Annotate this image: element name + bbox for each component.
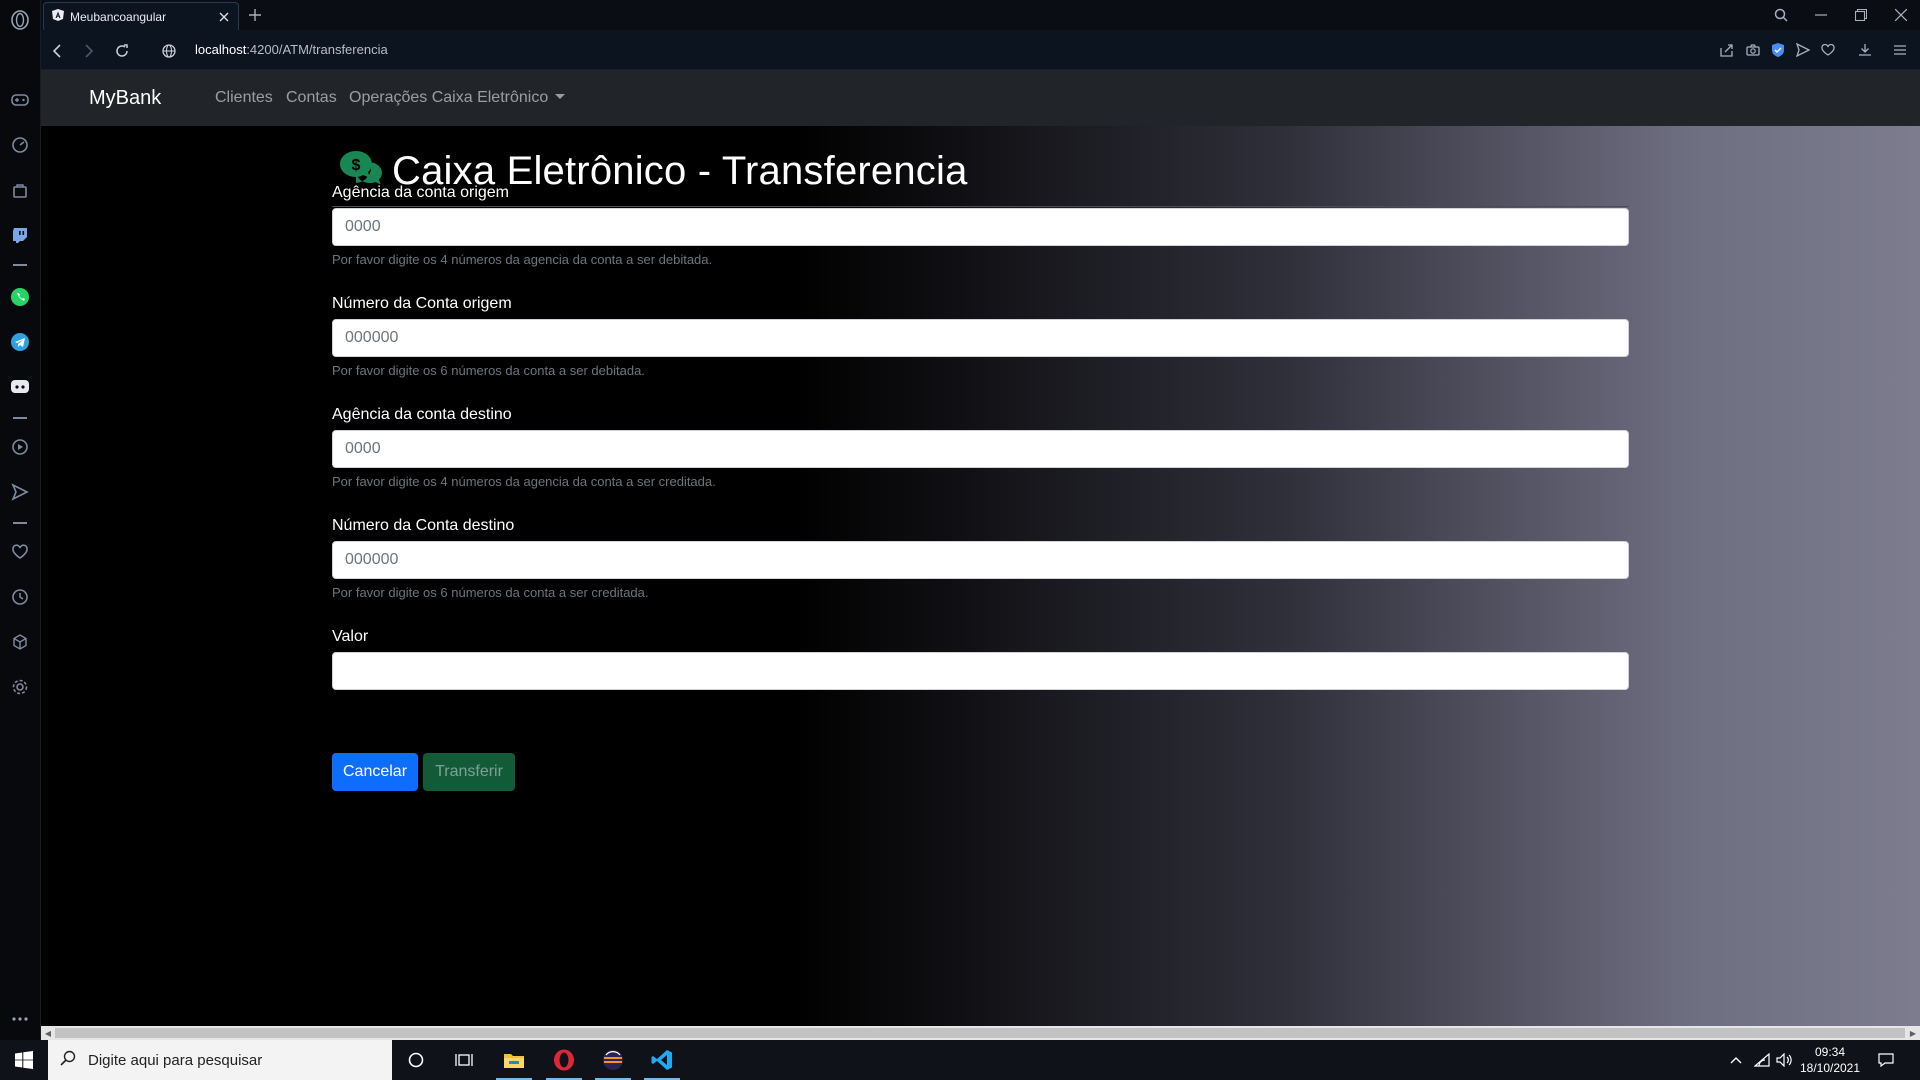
minimize-icon[interactable] xyxy=(1808,3,1834,27)
tab-close-icon[interactable] xyxy=(213,6,235,28)
clock-time: 09:34 xyxy=(1814,1045,1846,1059)
flow-send-icon[interactable] xyxy=(1793,40,1813,60)
vscode-taskbar-icon[interactable] xyxy=(638,1040,686,1080)
clock-date: 18/10/2021 xyxy=(1799,1061,1861,1075)
label-valor: Valor xyxy=(332,628,369,645)
tab-title: Meubancoangular xyxy=(70,9,167,24)
scrollbar-thumb[interactable] xyxy=(55,1028,1905,1038)
scroll-right-arrow-icon[interactable]: ▶ xyxy=(1906,1026,1920,1040)
conta-destino-input[interactable] xyxy=(332,541,1629,579)
conta-origem-input[interactable] xyxy=(332,319,1629,357)
label-conta-destino: Número da Conta destino xyxy=(332,517,515,534)
easy-setup-menu-icon[interactable] xyxy=(1890,40,1910,60)
browser-tab[interactable]: Meubancoangular xyxy=(43,2,239,30)
opera-taskbar-icon[interactable] xyxy=(540,1040,588,1080)
new-tab-plus-icon[interactable] xyxy=(244,4,266,26)
sidebar-divider xyxy=(13,264,27,266)
forward-icon[interactable] xyxy=(77,39,101,63)
cancel-button[interactable]: Cancelar xyxy=(332,753,418,791)
search-tabs-icon[interactable] xyxy=(1768,3,1794,27)
history-icon[interactable] xyxy=(8,585,32,609)
label-agencia-origem: Agência da conta origem xyxy=(332,184,509,201)
label-conta-origem: Número da Conta origem xyxy=(332,295,512,312)
sidebar-divider xyxy=(13,522,27,524)
file-explorer-icon[interactable] xyxy=(490,1040,538,1080)
close-window-icon[interactable] xyxy=(1888,3,1914,27)
nav-link-clientes[interactable]: Clientes xyxy=(215,89,273,107)
eclipse-taskbar-icon[interactable] xyxy=(589,1040,637,1080)
download-icon[interactable] xyxy=(1855,40,1875,60)
help-agencia-origem: Por favor digite os 4 números da agencia… xyxy=(332,252,713,267)
reload-icon[interactable] xyxy=(110,39,134,63)
angular-favicon-icon xyxy=(52,8,64,26)
bag-icon[interactable] xyxy=(8,178,32,202)
navbar-brand[interactable]: MyBank xyxy=(89,87,161,110)
nav-dropdown-operacoes[interactable]: Operações Caixa Eletrônico xyxy=(349,89,566,107)
speed-dial-icon[interactable] xyxy=(8,133,32,157)
restore-icon[interactable] xyxy=(1848,3,1874,27)
page-viewport: MyBank Clientes Contas Operações Caixa E… xyxy=(41,70,1920,1026)
nav-link-contas[interactable]: Contas xyxy=(286,89,337,107)
browser-sidebar xyxy=(0,0,41,1040)
app-navbar: MyBank Clientes Contas Operações Caixa E… xyxy=(41,70,1920,126)
network-wifi-icon[interactable] xyxy=(1752,1050,1772,1070)
discord-icon[interactable] xyxy=(8,375,32,399)
title-divider xyxy=(332,206,1629,207)
url-host: localhost xyxy=(195,42,247,57)
label-agencia-destino: Agência da conta destino xyxy=(332,406,512,423)
back-icon[interactable] xyxy=(45,39,69,63)
notifications-icon[interactable] xyxy=(1876,1050,1896,1070)
valor-input[interactable] xyxy=(332,652,1629,690)
tray-chevron-up-icon[interactable] xyxy=(1726,1050,1746,1070)
search-icon xyxy=(60,1050,76,1071)
twitch-icon[interactable] xyxy=(8,223,32,247)
taskbar-clock[interactable]: 09:34 18/10/2021 xyxy=(1792,1044,1868,1076)
taskbar-search-placeholder: Digite aqui para pesquisar xyxy=(88,1051,263,1069)
bookmarks-heart-icon[interactable] xyxy=(1818,40,1838,60)
url-path: :4200/ATM/transferencia xyxy=(246,42,388,57)
opera-logo-icon[interactable] xyxy=(8,8,32,32)
svg-text:$: $ xyxy=(352,157,361,174)
task-view-icon[interactable] xyxy=(440,1040,488,1080)
cortana-circle-icon[interactable] xyxy=(392,1040,440,1080)
sidebar-divider xyxy=(13,417,27,419)
scroll-left-arrow-icon[interactable]: ◀ xyxy=(41,1026,55,1040)
taskbar-search-box[interactable]: Digite aqui para pesquisar xyxy=(48,1040,392,1080)
more-dots-icon[interactable] xyxy=(8,1007,32,1031)
gamepad-icon[interactable] xyxy=(8,88,32,112)
windows-taskbar: Digite aqui para pesquisar 09:34 18/10/2… xyxy=(0,1040,1920,1080)
send-icon[interactable] xyxy=(8,480,32,504)
whatsapp-icon[interactable] xyxy=(8,285,32,309)
adblock-shield-icon[interactable] xyxy=(1768,40,1788,60)
windows-start-icon[interactable] xyxy=(0,1040,48,1080)
telegram-icon[interactable] xyxy=(8,330,32,354)
help-conta-origem: Por favor digite os 6 números da conta a… xyxy=(332,363,645,378)
help-conta-destino: Por favor digite os 6 números da conta a… xyxy=(332,585,649,600)
share-icon[interactable] xyxy=(1717,40,1737,60)
agencia-origem-input[interactable] xyxy=(332,208,1629,246)
snapshot-camera-icon[interactable] xyxy=(1743,40,1763,60)
url-field[interactable]: localhost:4200/ATM/transferencia xyxy=(195,42,388,57)
tab-strip: Meubancoangular xyxy=(41,0,1920,30)
transfer-button[interactable]: Transferir xyxy=(423,753,515,791)
heart-icon[interactable] xyxy=(8,540,32,564)
agencia-destino-input[interactable] xyxy=(332,430,1629,468)
player-icon[interactable] xyxy=(8,435,32,459)
address-bar: localhost:4200/ATM/transferencia xyxy=(41,30,1920,70)
dropdown-caret-icon xyxy=(555,94,566,99)
extensions-cube-icon[interactable] xyxy=(8,630,32,654)
nav-dropdown-label: Operações Caixa Eletrônico xyxy=(349,89,549,106)
help-agencia-destino: Por favor digite os 4 números da agencia… xyxy=(332,474,716,489)
volume-icon[interactable] xyxy=(1774,1050,1794,1070)
settings-gear-icon[interactable] xyxy=(8,675,32,699)
site-info-globe-icon[interactable] xyxy=(157,39,181,63)
horizontal-scrollbar[interactable]: ◀ ▶ xyxy=(41,1026,1920,1040)
